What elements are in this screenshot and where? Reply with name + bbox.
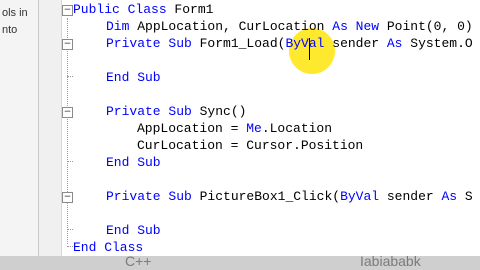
code-token: AppLocation, CurLocation [137,19,333,34]
code-token: CurLocation = Cursor.Position [137,138,364,153]
outline-end-tick [67,161,73,162]
code-line[interactable]: AppLocation = Me.Location [137,120,332,137]
code-token: .Location [261,121,333,136]
collapse-icon[interactable]: − [62,107,73,118]
collapse-icon[interactable]: − [62,5,73,16]
code-token: Point(0, 0) [386,19,473,34]
keyword-token: Private Sub [106,36,200,51]
code-token: System.O [410,36,473,51]
keyword-token: Public Class [73,2,175,17]
keyword-token: Dim [106,19,138,34]
panel-text-line: ols in [2,7,28,19]
code-line[interactable]: Dim AppLocation, CurLocation As New Poin… [106,18,473,35]
bottom-right-text: Iabiababk [360,256,421,269]
keyword-token: As [386,36,411,51]
code-token: Form1_Load( [199,36,286,51]
code-line[interactable]: End Sub [106,222,161,239]
selection-margin [39,0,62,256]
code-token: sender [332,36,387,51]
keyword-token: Private Sub [106,104,200,119]
solution-explorer-panel: ols in nto [0,0,39,270]
code-line[interactable]: End Sub [106,69,161,86]
code-token: Form1 [174,2,214,17]
keyword-token: End Sub [106,70,161,85]
code-token: S [464,189,473,204]
code-line[interactable]: CurLocation = Cursor.Position [137,137,363,154]
code-line[interactable]: Private Sub Form1_Load(ByVal sender As S… [106,35,473,52]
code-line[interactable]: Public Class Form1 [73,1,213,18]
code-token: sender [386,189,442,204]
keyword-token: Private Sub [106,189,200,204]
bottom-left-text: C++ [125,256,152,269]
keyword-token: End Sub [106,155,161,170]
code-line[interactable]: Private Sub Sync() [106,103,246,120]
collapse-icon[interactable]: − [62,192,73,203]
keyword-token: As New [332,19,387,34]
text-cursor [309,38,310,60]
keyword-token: As [441,189,465,204]
keyword-token: End Class [73,240,144,255]
outline-end-tick [67,76,73,77]
code-line[interactable]: End Class [73,239,143,256]
bottom-strip: C++ Iabiababk [0,256,480,270]
keyword-token: End Sub [106,223,161,238]
keyword-token: Me [246,121,262,136]
code-token: AppLocation = [137,121,247,136]
code-line[interactable]: End Sub [106,154,161,171]
keyword-token: ByVal [340,189,387,204]
outline-end-tick [67,229,73,230]
collapse-icon[interactable]: − [62,39,73,50]
code-line[interactable]: Private Sub PictureBox1_Click(ByVal send… [106,188,473,205]
panel-text-line: nto [2,24,18,36]
outline-guide [67,18,68,244]
code-token: PictureBox1_Click( [199,189,341,204]
code-token: Sync() [199,104,247,119]
code-editor[interactable]: − − − − Public Class Form1 Dim AppLocatio… [39,0,480,256]
